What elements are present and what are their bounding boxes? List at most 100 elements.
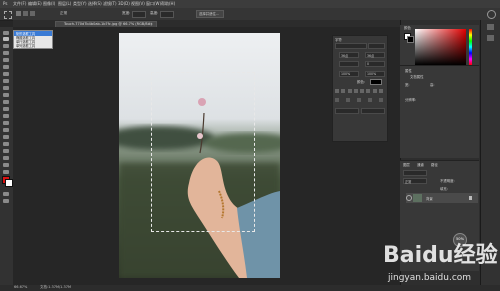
language-select[interactable]: [335, 108, 359, 114]
color-picker-field[interactable]: [415, 29, 466, 65]
ps-logo-icon[interactable]: Ps: [3, 1, 7, 6]
tab-paths[interactable]: 路径: [431, 162, 438, 167]
kerning-field[interactable]: [339, 61, 359, 67]
quick-mask-icon[interactable]: [3, 192, 9, 196]
history-brush-tool-icon[interactable]: [3, 93, 9, 97]
zoom-tool-icon[interactable]: [3, 163, 9, 167]
resolution-label: 分辨率:: [405, 98, 417, 102]
layer-filter-select[interactable]: [403, 170, 427, 176]
font-family-select[interactable]: [335, 43, 367, 49]
height-field[interactable]: [160, 11, 174, 18]
healing-brush-tool-icon[interactable]: [3, 72, 9, 76]
close-tab-icon[interactable]: ×: [150, 22, 153, 26]
visibility-eye-icon[interactable]: [406, 195, 412, 201]
menu-type[interactable]: 类型(Y): [73, 1, 87, 7]
layer-row-background[interactable]: 背景: [406, 193, 478, 203]
fraction-icon[interactable]: [346, 98, 350, 102]
layer-name: 背景: [426, 197, 433, 201]
faux-italic-icon[interactable]: [341, 89, 346, 93]
actions-panel-icon[interactable]: [487, 35, 494, 41]
type-style-buttons: [335, 89, 383, 93]
swash-icon[interactable]: [368, 98, 372, 102]
properties-panel: 属性 文档属性 宽: 高: 分辨率:: [400, 65, 479, 158]
shape-tool-icon[interactable]: [3, 149, 9, 153]
menu-view[interactable]: 视图(V): [131, 1, 145, 7]
blend-mode-select[interactable]: 正常: [403, 178, 427, 184]
brush-tool-icon[interactable]: [3, 79, 9, 83]
leading-field[interactable]: 36点: [365, 52, 385, 58]
select-mask-button[interactable]: 选择并遮住...: [196, 10, 224, 18]
more-tools-icon[interactable]: [3, 170, 9, 174]
blur-tool-icon[interactable]: [3, 114, 9, 118]
add-selection-icon[interactable]: [23, 11, 28, 16]
move-tool-icon[interactable]: [3, 31, 9, 35]
new-selection-icon[interactable]: [16, 11, 21, 16]
blend-mode-value: 正常: [405, 180, 412, 184]
width-field[interactable]: [132, 11, 146, 18]
menu-window[interactable]: 窗口(W): [146, 1, 161, 7]
titling-icon[interactable]: [379, 98, 383, 102]
crop-tool-icon[interactable]: [3, 58, 9, 62]
pen-tool-icon[interactable]: [3, 128, 9, 132]
gradient-tool-icon[interactable]: [3, 107, 9, 111]
quick-select-tool-icon[interactable]: [3, 51, 9, 55]
properties-panel-title[interactable]: 属性: [405, 68, 412, 73]
screen-mode-icon[interactable]: [3, 199, 9, 203]
tab-layers[interactable]: 图层: [403, 162, 410, 167]
background-color-swatch[interactable]: [5, 179, 13, 187]
faux-bold-icon[interactable]: [335, 89, 339, 93]
underline-icon[interactable]: [372, 89, 377, 93]
color-panel-title[interactable]: 颜色: [404, 25, 411, 30]
path-select-tool-icon[interactable]: [3, 142, 9, 146]
subscript-icon[interactable]: [366, 89, 371, 93]
marquee-tool-icon[interactable]: [3, 37, 9, 41]
fill-label: 填充:: [440, 187, 448, 191]
search-icon[interactable]: [487, 10, 496, 19]
height-label: 高:: [430, 83, 435, 87]
character-panel-title[interactable]: 字符: [335, 37, 342, 42]
menu-image[interactable]: 图像(I): [43, 1, 55, 7]
watermark-logo-text: Baidu经验: [383, 243, 498, 268]
hand-tool-icon[interactable]: [3, 156, 9, 160]
all-caps-icon[interactable]: [347, 89, 352, 93]
clone-stamp-tool-icon[interactable]: [3, 86, 9, 90]
feather-mode-label[interactable]: 正常: [60, 11, 67, 16]
rect-selection-marquee[interactable]: [151, 72, 255, 232]
small-caps-icon[interactable]: [353, 89, 358, 93]
ligature-icon[interactable]: [335, 98, 339, 102]
zoom-level[interactable]: 66.67%: [14, 285, 27, 289]
ordinal-icon[interactable]: [357, 98, 361, 102]
menu-select[interactable]: 选择(S): [88, 1, 102, 7]
tracking-field[interactable]: 0: [365, 61, 385, 67]
menu-3d[interactable]: 3D(D): [118, 1, 130, 6]
menu-help[interactable]: 帮助(H): [161, 1, 175, 7]
horizontal-scale-field[interactable]: 100%: [365, 71, 385, 77]
marquee-tool-icon[interactable]: [4, 11, 12, 19]
opacity-label: 不透明度:: [440, 179, 455, 183]
strikethrough-icon[interactable]: [378, 89, 383, 93]
anti-alias-select[interactable]: [361, 108, 385, 114]
bg-color-swatch[interactable]: [407, 36, 414, 43]
menu-filter[interactable]: 滤镜(T): [103, 1, 117, 7]
hue-slider[interactable]: [469, 29, 472, 65]
character-panel: 字符 36点 36点 0 100% 100% 颜色:: [332, 35, 388, 142]
subtract-selection-icon[interactable]: [30, 11, 35, 16]
tab-channels[interactable]: 通道: [417, 162, 424, 167]
leading-value: 36点: [367, 54, 375, 58]
flyout-item-column-marquee[interactable]: 单列选框工具: [16, 43, 35, 48]
history-panel-icon[interactable]: [487, 24, 494, 30]
lasso-tool-icon[interactable]: [3, 44, 9, 48]
menu-layer[interactable]: 图层(L): [58, 1, 71, 7]
type-tool-icon[interactable]: [3, 135, 9, 139]
font-size-field[interactable]: 36点: [339, 52, 359, 58]
superscript-icon[interactable]: [360, 89, 365, 93]
dodge-tool-icon[interactable]: [3, 121, 9, 125]
vertical-scale-field[interactable]: 100%: [339, 71, 359, 77]
font-style-select[interactable]: [368, 43, 385, 49]
menu-file[interactable]: 文件(F): [13, 1, 26, 7]
eyedropper-tool-icon[interactable]: [3, 65, 9, 69]
eraser-tool-icon[interactable]: [3, 100, 9, 104]
menu-bar: Ps 文件(F) 编辑(E) 图像(I) 图层(L) 类型(Y) 选择(S) 滤…: [0, 0, 500, 8]
text-color-swatch[interactable]: [370, 79, 382, 85]
menu-edit[interactable]: 编辑(E): [28, 1, 42, 7]
